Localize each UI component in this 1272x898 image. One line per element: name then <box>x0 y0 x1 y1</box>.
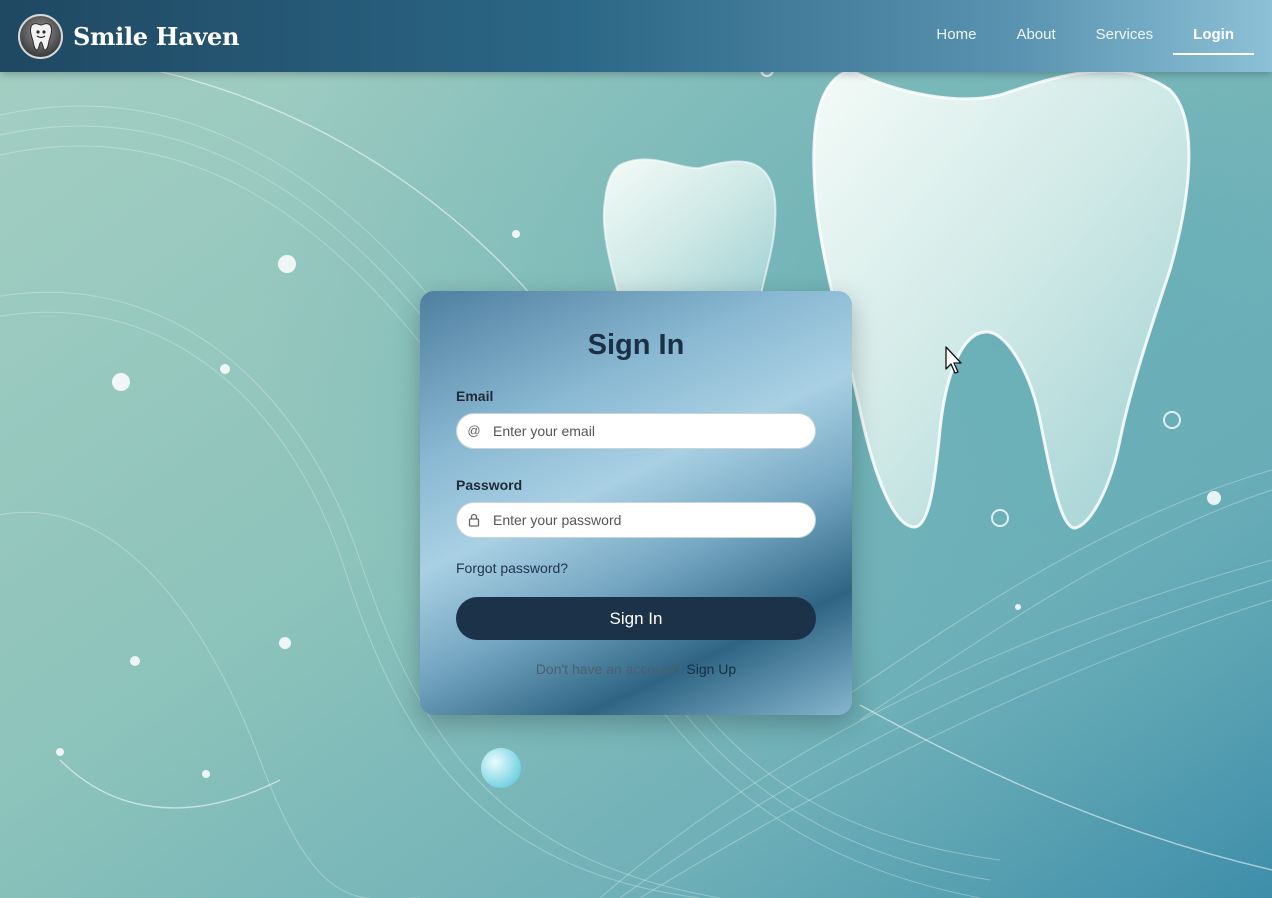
tooth-logo-icon <box>18 13 63 59</box>
email-input[interactable] <box>493 414 809 448</box>
password-input[interactable] <box>493 503 809 537</box>
nav-about[interactable]: About <box>996 17 1075 55</box>
at-icon: @ <box>467 423 481 438</box>
small-tooth-illustration <box>602 158 777 301</box>
password-label: Password <box>456 477 523 493</box>
password-field-wrapper <box>456 502 816 538</box>
nav-services[interactable]: Services <box>1076 17 1174 55</box>
sign-up-link[interactable]: Sign Up <box>686 661 736 677</box>
lock-icon <box>466 512 482 528</box>
login-title: Sign In <box>587 329 685 361</box>
sign-in-button[interactable]: Sign In <box>456 597 816 640</box>
signup-prompt: Don't have an account? <box>535 661 683 677</box>
signup-row: Don't have an account? Sign Up <box>456 661 816 677</box>
mouse-cursor-icon <box>945 346 962 374</box>
brand[interactable]: Smile Haven <box>18 13 240 59</box>
login-card: Sign In Email @ Password Forgot password… <box>420 291 852 715</box>
email-label: Email <box>456 388 494 404</box>
nav-home[interactable]: Home <box>916 17 996 55</box>
main-nav: Home About Services Login <box>916 17 1254 55</box>
brand-name: Smile Haven <box>73 21 240 51</box>
nav-login[interactable]: Login <box>1173 17 1254 55</box>
forgot-password-link[interactable]: Forgot password? <box>456 560 816 576</box>
email-field-wrapper: @ <box>456 413 816 449</box>
top-navbar: Smile Haven Home About Services Login <box>0 0 1272 72</box>
